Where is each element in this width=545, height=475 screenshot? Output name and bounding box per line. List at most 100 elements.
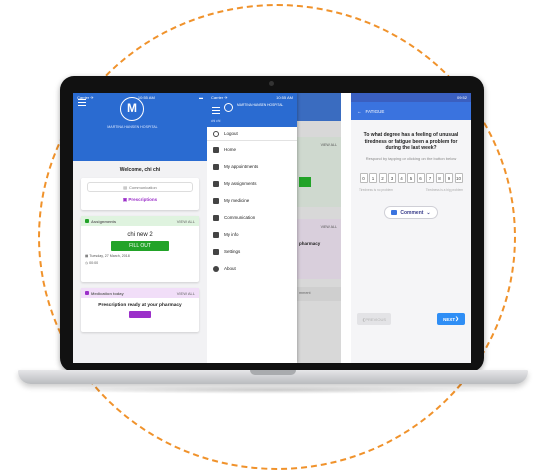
home-icon [213,146,219,153]
logout-icon [213,130,219,137]
laptop-screen: Carrier ✈ 10:55 AM ▬ M MARTINA HANSEN HO… [73,93,471,363]
prescriptions-label: Prescriptions [128,197,158,202]
rating-scale: 0 1 2 3 4 5 6 7 8 9 10 [351,173,471,184]
camera-icon [269,81,274,86]
gear-icon [213,248,219,255]
prescriptions-link[interactable]: ▣ Prescriptions [81,197,199,203]
communication-button[interactable]: ▤ Communication [87,182,193,192]
menu-communication[interactable]: Communication [207,209,297,226]
assignments-card: Assignments VIEW ALL chi new 2 FILL OUT … [81,216,199,282]
calendar-icon: ▦ [85,254,89,258]
fatigue-question: To what degree has a feeling of unusual … [363,132,459,152]
medication-card: Medication today VIEW ALL Prescription r… [81,288,199,332]
background-medication-card: VIEW ALL pharmacy [295,219,341,279]
assignments-icon [213,180,219,187]
medication-card-header: Medication today VIEW ALL [81,288,199,298]
laptop-shadow [40,386,506,394]
chevron-right-icon: ❯ [455,316,459,321]
communication-card: ▤ Communication ▣ Prescriptions [81,178,199,210]
menu-settings[interactable]: Settings [207,243,297,260]
medication-icon [85,291,89,295]
drawer-status-carrier: Carrier ✈ [211,95,228,100]
comment-button[interactable]: Comment ⌄ [384,206,438,220]
rating-option[interactable]: 6 [416,173,425,184]
assignment-time-row: ◷ 00:00 [81,258,199,265]
assignment-date: Tuesday, 27 March, 2018 [89,254,130,258]
hamburger-menu-icon[interactable] [78,97,86,108]
background-pharmacy: pharmacy [299,241,321,246]
scale-labels: Tiredness is no problem Tiredness is a b… [351,183,471,192]
next-button[interactable]: NEXT ❯ [437,313,465,325]
rating-option[interactable]: 0 [359,173,368,184]
hospital-name: MARTINA HANSEN HOSPITAL [107,125,158,129]
rating-option[interactable]: 4 [397,173,406,184]
comment-icon [391,210,398,216]
background-card: VIEW ALL [295,137,341,207]
fatigue-status-time: 09:52 [456,95,467,100]
fill-out-button[interactable]: FILL OUT [111,241,169,251]
assignment-time: 00:00 [89,261,99,265]
communication-icon [213,214,219,221]
menu-medicine[interactable]: My medicine [207,192,297,209]
fatigue-app-bar: ← FATIGUE [351,102,471,120]
medication-button[interactable] [129,311,151,318]
drawer-header: Carrier ✈ 10:55 AM MARTINA HANSEN HOSPIT… [207,93,297,127]
menu-about-label: About [224,266,236,271]
fatigue-status-bar: 09:52 [351,93,471,102]
menu-communication-label: Communication [224,215,256,220]
fatigue-instructions: Respond by tapping or clicking on the bu… [365,155,457,161]
status-time: 10:55 AM [137,95,155,100]
menu-medicine-label: My medicine [224,198,250,203]
medicine-icon [213,197,219,204]
menu-appointments-label: My appointments [224,164,259,169]
laptop-notch [250,370,296,375]
rating-option[interactable]: 3 [388,173,396,184]
menu-logout-label: Logout [224,131,238,136]
menu-my-info[interactable]: My info [207,226,297,243]
assignments-title: Assignments [91,218,117,224]
rating-option[interactable]: 1 [369,173,377,184]
side-drawer: Carrier ✈ 10:55 AM MARTINA HANSEN HOSPIT… [207,93,297,363]
welcome-text: Welcome, chi chi [119,167,161,173]
medication-view-all[interactable]: VIEW ALL [177,291,195,296]
previous-button[interactable]: ❮ PREVIOUS [357,313,391,325]
person-icon [213,231,219,238]
drawer-username: chi chi [211,119,221,123]
rating-option[interactable]: 8 [435,173,444,184]
drawer-status-bar: Carrier ✈ 10:55 AM [207,93,297,102]
comment-label: Comment [400,209,424,216]
chat-icon: ▤ [123,184,127,190]
fatigue-title: FATIGUE [365,108,385,114]
menu-about[interactable]: About [207,260,297,277]
question-navigation: ❮ PREVIOUS NEXT ❯ [351,313,471,325]
assignment-date-row: ▦ Tuesday, 27 March, 2018 [81,251,199,258]
rating-option[interactable]: 9 [445,173,453,184]
background-fill-button [299,177,311,187]
laptop-lid: Carrier ✈ 10:55 AM ▬ M MARTINA HANSEN HO… [60,76,484,372]
previous-label: PREVIOUS [365,316,387,322]
assignments-view-all[interactable]: VIEW ALL [177,219,195,224]
laptop-base [18,370,528,384]
info-icon [213,265,219,272]
rating-option[interactable]: 5 [407,173,415,184]
drawer-hamburger-icon[interactable] [212,105,220,116]
back-arrow-icon[interactable]: ← [357,109,362,114]
rating-option[interactable]: 10 [454,173,463,184]
menu-home-label: Home [224,147,237,152]
menu-assignments-label: My assignments [224,181,257,186]
appointments-icon [213,163,219,170]
menu-logout[interactable]: Logout [207,127,297,141]
scale-low-label: Tiredness is no problem [359,188,393,193]
scale-high-label: Tiredness is a big problem [425,188,463,193]
rating-option[interactable]: 2 [378,173,387,184]
rating-option[interactable]: 7 [426,173,434,184]
marketing-stage: Carrier ✈ 10:55 AM ▬ M MARTINA HANSEN HO… [0,0,545,475]
clock-icon: ◷ [85,261,89,265]
phone-menu: VIEW ALL VIEW ALL pharmacy mment Carrier… [207,93,341,363]
menu-assignments[interactable]: My assignments [207,175,297,192]
assignment-name: chi new 2 [127,232,153,238]
medication-message: Prescription ready at your pharmacy [98,303,182,308]
menu-home[interactable]: Home [207,141,297,158]
menu-appointments[interactable]: My appointments [207,158,297,175]
dashboard-header: Carrier ✈ 10:55 AM ▬ M MARTINA HANSEN HO… [73,93,207,161]
